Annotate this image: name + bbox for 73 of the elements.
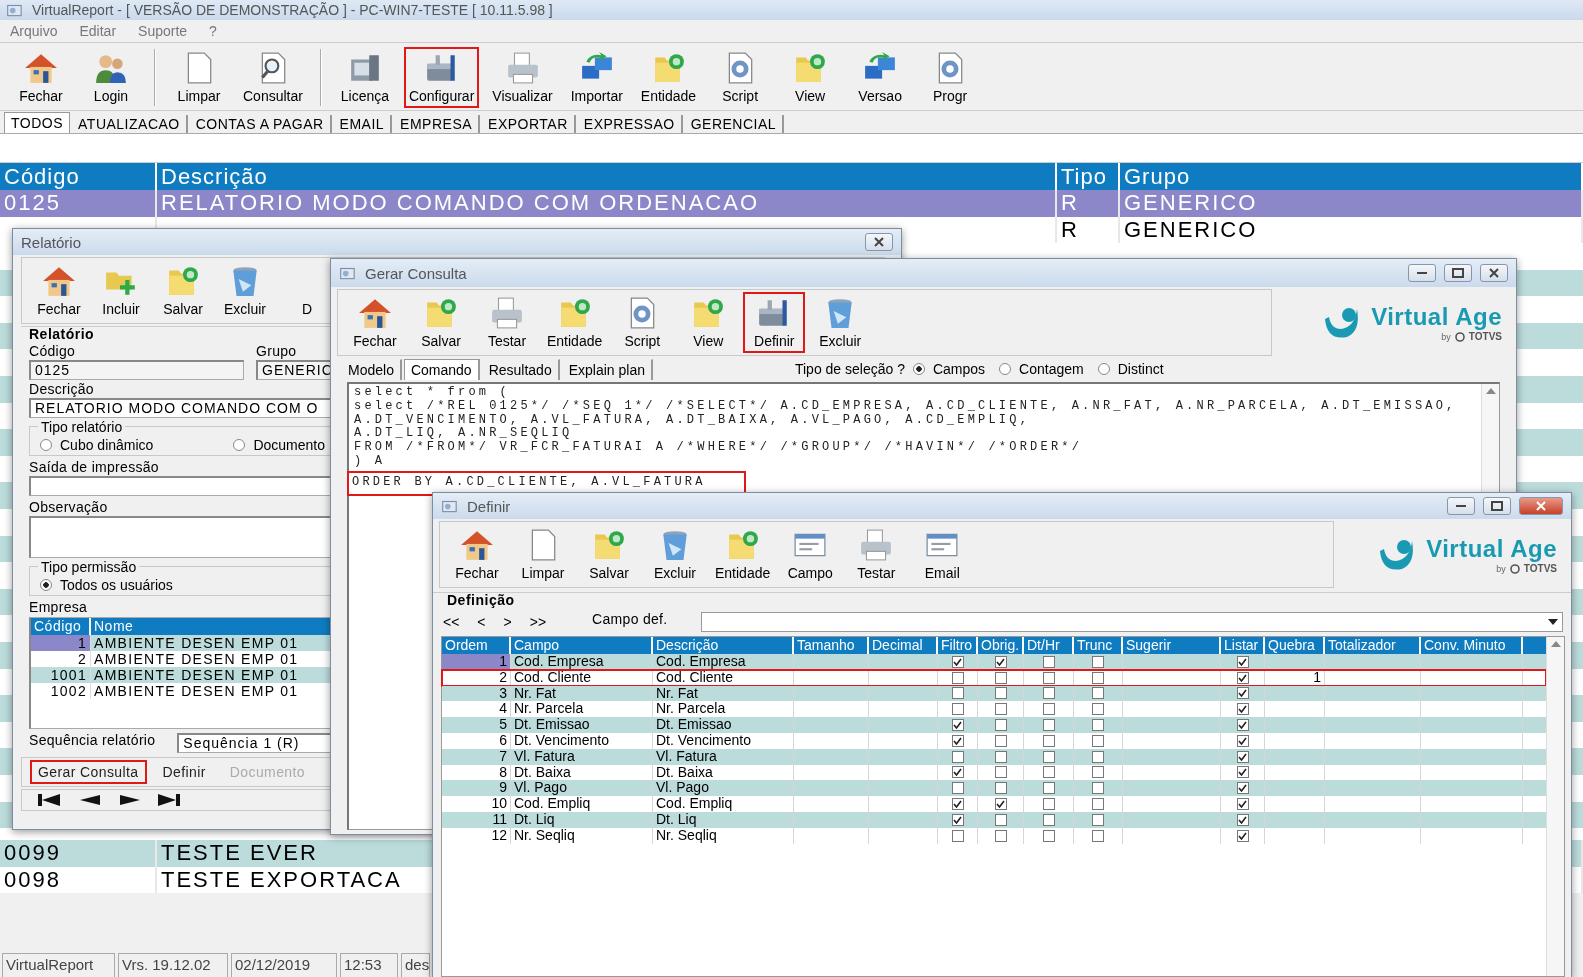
table-cell: TESTE EXPORTACA [161,866,402,892]
field-label: Observação [29,500,108,515]
brand-name: TOTVS [1468,331,1502,342]
code-line: ) A [353,455,386,469]
group-label: Tipo permissão [38,559,140,575]
table-cell: 0125 [4,190,61,215]
status-text: Vrs. 19.12.02 [118,953,228,977]
code-line: A.DT_LIQ, A.NR_SEQLIQ [353,427,573,441]
table-cell: Dt. Vencimento [653,733,794,749]
table-cell: 0099 [4,840,61,866]
window-title: VirtualReport - [ VERSÃO DE DEMONSTRAÇÃO ] - PC-WIN7-TESTE [ 10.11.5.98 ] [32,2,553,18]
table-cell: 12 [442,827,511,844]
window-title: Relatório [21,233,83,251]
table-cell: 7 [442,748,511,765]
field-label: Grupo [256,344,297,359]
table-cell: 5 [442,717,511,733]
table-cell: 0098 [4,866,61,892]
radio-label: Cubo dinâmico [60,437,154,453]
status-text: VirtualReport [2,953,115,977]
table-cell: TESTE EVER [161,840,318,866]
group-label: Relatório [29,327,95,342]
table-cell: Dt. Vencimento [511,733,653,749]
group-label: Definição [447,593,515,608]
radio-label: Contagem [1019,361,1084,377]
code-line: select * from ( [353,386,511,400]
status-text: des [401,953,430,977]
radio-label: Distinct [1117,361,1164,377]
status-text: 02/12/2019 [231,953,337,977]
table-cell: GENERICO [1124,216,1258,242]
table-cell: 2 [442,669,511,686]
window-title: Definir [467,497,512,515]
radio-label: Campos [932,361,986,377]
brand-name: TOTVS [1523,563,1557,574]
radio-label: Documento [253,437,325,453]
logo-by: by [1496,563,1506,574]
logo-text: Virtual Age [1371,303,1502,331]
table-cell: Dt. Liq [653,811,794,828]
table-cell: Cod. Empliq [653,796,794,812]
field-label: Sequência relatório [29,733,156,748]
field-label: Tipo de seleção ? [794,361,905,377]
table-cell: Cod. Cliente [653,669,794,686]
table-cell: 6 [442,733,511,749]
field-label: Saída de impressão [29,460,159,475]
table-cell: 1 [1265,669,1325,686]
table-cell: Nr. Seqliq [653,827,794,844]
field-label: Descrição [29,382,94,397]
code-line: FROM /*FROM*/ VR_FCR_FATURAI A /*WHERE*/ /*GROUP*/ /*HAVIN*/ /*ORDER*/ [353,441,1083,455]
field-label: Empresa [29,600,88,615]
table-cell: Vl. Fatura [653,748,794,765]
logo-by: by [1441,331,1451,342]
field-label: Campo def. [592,612,668,627]
radio-label: Todos os usuários [60,577,173,593]
table-cell: Cod. Cliente [511,669,653,686]
table-cell: Dt. Liq [511,811,653,828]
window-title: Gerar Consulta [365,264,468,282]
table-cell: 1 [442,654,511,670]
code-line: A.DT_VENCIMENTO, A.VL_FATURA, A.DT_BAIXA, A.VL_PAGO, A.CD_EMPLIQ, [353,413,1031,427]
table-cell: RELATORIO MODO COMANDO COM ORDENACAO [161,190,759,215]
logo-text: Virtual Age [1426,535,1557,563]
field-label: Código [29,344,76,359]
table-cell: Nr. Seqliq [511,827,653,844]
table-cell: Vl. Fatura [511,748,653,765]
table-cell: R [1061,216,1079,242]
table-cell: Dt. Emissao [653,717,794,733]
code-line: select /*REL 0125*/ /*SEQ 1*/ /*SELECT*/ A.CD_EMPRESA, A.CD_CLIENTE, A.NR_FAT, A.NR_PARCELA, A.DT_EMISSAO, [353,399,1457,414]
status-text: 12:53 [340,953,398,977]
table-cell: 11 [442,811,511,828]
table-cell: GENERICO [1124,190,1258,215]
group-label: Tipo relatório [38,419,126,435]
table-cell: 10 [442,796,511,812]
table-cell: Dt. Emissao [511,717,653,733]
table-cell: Cod. Empliq [511,796,653,812]
table-cell: R [1061,190,1079,215]
